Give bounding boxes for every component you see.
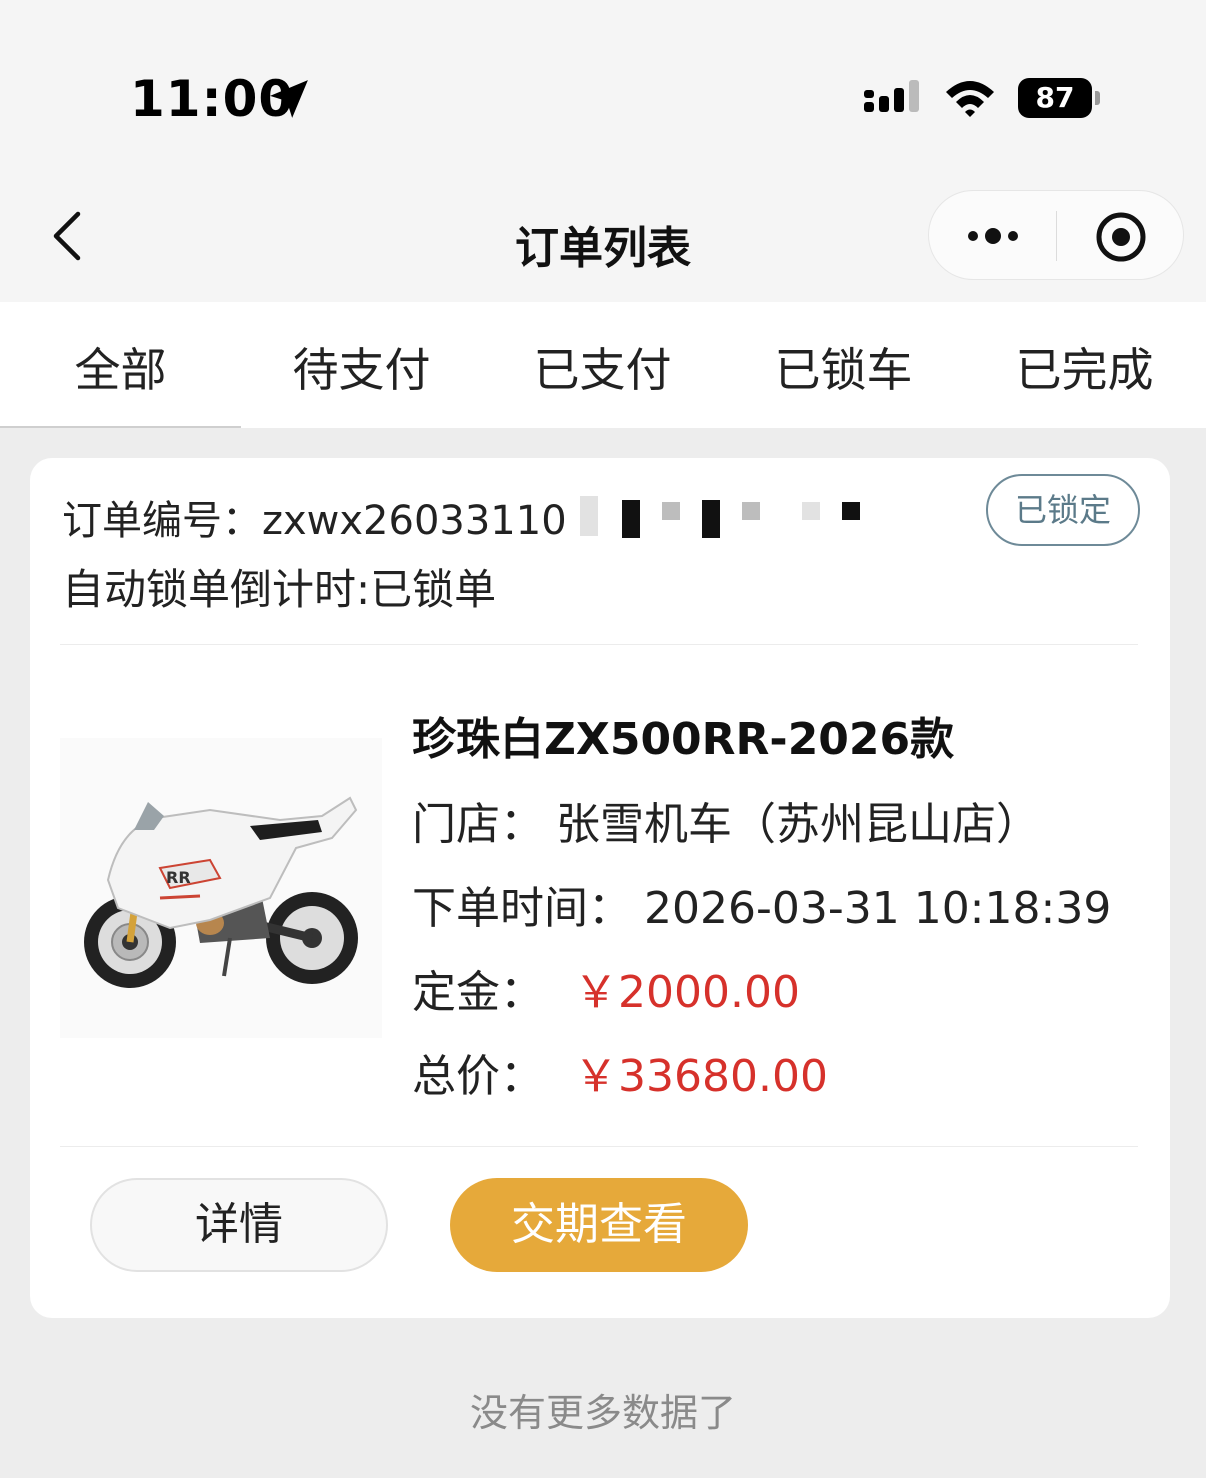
detail-button[interactable]: 详情: [90, 1178, 388, 1272]
store-label: 门店：: [412, 799, 544, 850]
status-bar: 11:00 87: [0, 0, 1206, 190]
total-price-label: 总价：: [412, 1051, 544, 1102]
order-number-label: 订单编号：: [62, 498, 262, 544]
battery-icon: 87: [1018, 78, 1100, 118]
status-badge: 已锁定: [986, 474, 1140, 546]
deposit-row: 定金： ￥2000.00: [412, 956, 800, 1020]
tab-all[interactable]: 全部: [0, 334, 241, 400]
order-number: 订单编号：zxwx26033110: [62, 488, 567, 546]
active-tab-indicator: [0, 426, 241, 428]
more-dots-icon[interactable]: [965, 221, 1025, 251]
product-name: 珍珠白ZX500RR-2026款: [412, 714, 955, 765]
divider: [60, 1146, 1138, 1147]
divider: [60, 644, 1138, 645]
order-time-label: 下单时间：: [412, 883, 632, 934]
deposit-value: ￥2000.00: [574, 967, 800, 1018]
tab-paid[interactable]: 已支付: [482, 334, 723, 400]
delivery-schedule-button[interactable]: 交期查看: [450, 1178, 748, 1272]
order-number-value: zxwx26033110: [262, 498, 567, 544]
motorcycle-image[interactable]: RR: [60, 738, 382, 1038]
order-time-row: 下单时间： 2026-03-31 10:18:39: [412, 872, 1111, 936]
capsule-divider: [1056, 211, 1057, 261]
order-status-tabs: 全部 待支付 已支付 已锁车 已完成: [0, 302, 1206, 428]
tab-locked[interactable]: 已锁车: [723, 334, 964, 400]
back-chevron-icon[interactable]: [44, 206, 94, 266]
svg-text:RR: RR: [166, 868, 191, 887]
tab-completed[interactable]: 已完成: [964, 334, 1205, 400]
total-price-row: 总价： ￥33680.00: [412, 1040, 828, 1104]
no-more-data-text: 没有更多数据了: [469, 1391, 736, 1435]
tab-pending-payment[interactable]: 待支付: [241, 334, 482, 400]
cellular-signal-icon: [864, 80, 919, 112]
store-value: 张雪机车（苏州昆山店）: [556, 799, 1040, 850]
order-card: 订单编号：zxwx26033110 已锁定 自动锁单倒计时:已锁单 RR 珍珠白…: [30, 458, 1170, 1318]
battery-level: 87: [1035, 81, 1075, 114]
target-circle-icon[interactable]: [1095, 211, 1147, 263]
lock-countdown: 自动锁单倒计时:已锁单: [62, 565, 497, 614]
mini-program-capsule: [928, 190, 1184, 280]
wifi-icon: [946, 81, 994, 117]
total-price-value: ￥33680.00: [574, 1051, 828, 1102]
nav-bar: 订单列表: [0, 190, 1206, 302]
deposit-label: 定金：: [412, 967, 544, 1018]
location-arrow-icon: [270, 80, 308, 118]
order-time-value: 2026-03-31 10:18:39: [644, 883, 1112, 934]
store-row: 门店： 张雪机车（苏州昆山店）: [412, 788, 1040, 852]
